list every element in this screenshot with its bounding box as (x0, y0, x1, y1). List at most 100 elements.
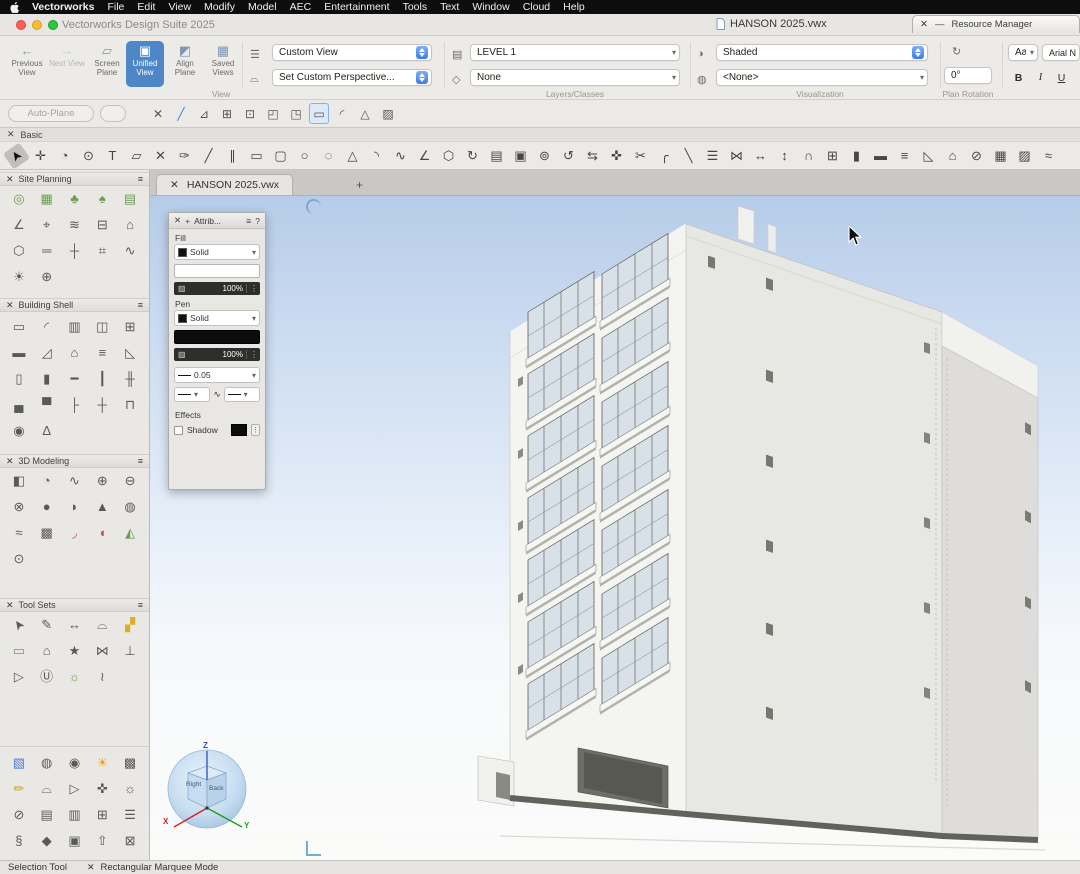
loft-surface-tool[interactable]: ∿ (63, 470, 85, 492)
perspective-dropdown[interactable]: Set Custom Perspective... (272, 69, 432, 86)
irrigation-tool[interactable]: ∿ (119, 240, 141, 262)
wall-tool[interactable]: ▭ (8, 316, 30, 338)
menu-file[interactable]: File (107, 1, 124, 13)
help-icon[interactable]: ? (255, 216, 260, 226)
join-tool[interactable]: ⋈ (727, 146, 746, 166)
database-tool[interactable]: ☰ (119, 804, 141, 826)
plane-edit-icon[interactable]: ╱ (171, 103, 191, 124)
x-plane-icon[interactable]: ⊿ (194, 103, 214, 124)
joist-tool[interactable]: ┃ (91, 368, 113, 390)
camera-tool[interactable]: ◉ (63, 752, 85, 774)
round-wall-tool[interactable]: ◜ (36, 316, 58, 338)
spiral-tool[interactable]: ↻ (463, 146, 482, 166)
delete-mode-icon[interactable]: ✕ (148, 103, 168, 124)
align-plane-button[interactable]: ◩ Align Plane (166, 41, 204, 87)
menu-model[interactable]: Model (248, 1, 277, 13)
deform-tool[interactable]: ≈ (1039, 146, 1058, 166)
stamp-tool[interactable]: ▣ (511, 146, 530, 166)
roof-tool[interactable]: ⌂ (63, 342, 85, 364)
move-by-points-tool[interactable]: ✜ (607, 146, 626, 166)
cone-tool[interactable]: ▲ (91, 496, 113, 518)
property-line-tool[interactable]: ⬡ (8, 240, 30, 262)
close-icon[interactable]: ✕ (174, 215, 181, 226)
render-mode-dropdown[interactable]: Shaded (716, 44, 928, 61)
document-tab[interactable]: ✕ HANSON 2025.vwx (156, 174, 293, 195)
contour-tool[interactable]: ≋ (63, 214, 85, 236)
building-shell-toolset-icon[interactable]: ⌂ (36, 640, 58, 662)
component-join-tool[interactable]: ┼ (91, 394, 113, 416)
sun-study-tool[interactable]: ☼ (119, 778, 141, 800)
plan-rotation-field[interactable]: 0° (944, 67, 992, 84)
menu-tools[interactable]: Tools (403, 1, 428, 13)
pen-opacity-slider[interactable]: ▨ 100% ⋮ (174, 348, 260, 361)
line-tool[interactable]: ╱ (199, 146, 218, 166)
close-icon[interactable]: ✕ (6, 600, 14, 611)
sheet-layer-tool[interactable]: ▤ (36, 804, 58, 826)
shell-solid-tool[interactable]: ◖ (91, 522, 113, 544)
trim-tool[interactable]: ✂ (631, 146, 650, 166)
survey-input-tool[interactable]: ⊕ (36, 266, 58, 288)
bold-button[interactable]: B (1010, 69, 1027, 86)
mesh-tool[interactable]: ▩ (36, 522, 58, 544)
pen-style-dropdown[interactable]: Solid ▾ (174, 310, 260, 326)
class-dropdown[interactable]: None ▾ (470, 69, 680, 86)
dock-icon[interactable]: + (185, 216, 190, 226)
stake-tool[interactable]: ⌖ (36, 214, 58, 236)
pen-color-well[interactable] (174, 330, 260, 344)
font-dropdown[interactable]: Arial Nar (1042, 44, 1080, 61)
paint-select-icon[interactable]: ▨ (378, 103, 398, 124)
close-icon[interactable]: ✕ (920, 19, 928, 30)
close-icon[interactable]: ✕ (6, 300, 14, 311)
class-options-icon[interactable]: ◇ (452, 73, 460, 86)
menu-cloud[interactable]: Cloud (523, 1, 550, 13)
schedule-tool[interactable]: ▥ (63, 804, 85, 826)
arch-tool[interactable]: ∩ (799, 146, 818, 166)
saved-views-button[interactable]: ▦ Saved Views (204, 41, 242, 87)
worksheet-tool[interactable]: ⊞ (91, 804, 113, 826)
ramp-tool[interactable]: ◺ (119, 342, 141, 364)
add-solids-tool[interactable]: ⊕ (91, 470, 113, 492)
wall-join-tool[interactable]: ├ (63, 394, 85, 416)
auto-plane-toggle[interactable]: Auto-Plane (8, 105, 94, 122)
opacity-menu-icon[interactable]: ⋮ (246, 284, 258, 293)
drawing-canvas[interactable]: ✕ + Attrib... ≡ ? Fill Solid ▾ ▨ 100% ⋮ … (150, 196, 1080, 860)
clip-tool[interactable]: ▦ (991, 146, 1010, 166)
spotlight-toolset-icon[interactable]: ★ (63, 640, 85, 662)
fence-tool[interactable]: ⌗ (91, 240, 113, 262)
freehand-tool[interactable]: ∿ (391, 146, 410, 166)
shadow-checkbox[interactable] (174, 426, 183, 435)
opacity-menu-icon[interactable]: ⋮ (246, 350, 258, 359)
working-plane-icon[interactable]: ⊞ (217, 103, 237, 124)
underline-button[interactable]: U (1053, 69, 1070, 86)
render-style-tool[interactable]: ▩ (119, 752, 141, 774)
line-weight-dropdown[interactable]: 0.05 ▾ (174, 367, 260, 383)
text-style-button[interactable]: Aa ▾ (1008, 44, 1038, 61)
curtain-wall-tool[interactable]: ▥ (63, 316, 85, 338)
attributes-palette-header[interactable]: ✕ + Attrib... ≡ ? (169, 213, 265, 229)
vertical-dimension-tool[interactable]: ↕ (775, 146, 794, 166)
chamfer-tool[interactable]: ╲ (679, 146, 698, 166)
rectangle-tool[interactable]: ▭ (247, 146, 266, 166)
scale-mode-icon[interactable]: ◰ (263, 103, 283, 124)
roadway-tool[interactable]: ═ (36, 240, 58, 262)
menu-icon[interactable]: ≡ (138, 456, 143, 466)
menu-help[interactable]: Help (563, 1, 585, 13)
render-background-icon[interactable]: ◍ (697, 73, 707, 86)
extrude-tool[interactable]: ◧ (8, 470, 30, 492)
delete-vertex-tool[interactable]: ✕ (151, 146, 170, 166)
line-style-dropdown[interactable]: ▾ (174, 387, 210, 402)
window-tool[interactable]: ⊞ (119, 316, 141, 338)
floor-tool[interactable]: ▄ (8, 394, 30, 416)
ramp-tool[interactable]: ◺ (919, 146, 938, 166)
slab-tool[interactable]: ▬ (871, 146, 890, 166)
massing-model-tool[interactable]: ⌂ (119, 214, 141, 236)
triangle-tool[interactable]: △ (343, 146, 362, 166)
text-tool[interactable]: T (103, 146, 122, 166)
polygon-tool[interactable]: ⬡ (439, 146, 458, 166)
oval-tool[interactable]: ◌ (319, 146, 338, 166)
menu-window[interactable]: Window (472, 1, 509, 13)
zoom-tool[interactable]: ⊙ (79, 146, 98, 166)
close-tab-icon[interactable]: ✕ (170, 179, 179, 191)
furnishing-toolset-icon[interactable]: ▞ (119, 614, 141, 636)
cube-face-right-label[interactable]: Right (186, 781, 201, 788)
